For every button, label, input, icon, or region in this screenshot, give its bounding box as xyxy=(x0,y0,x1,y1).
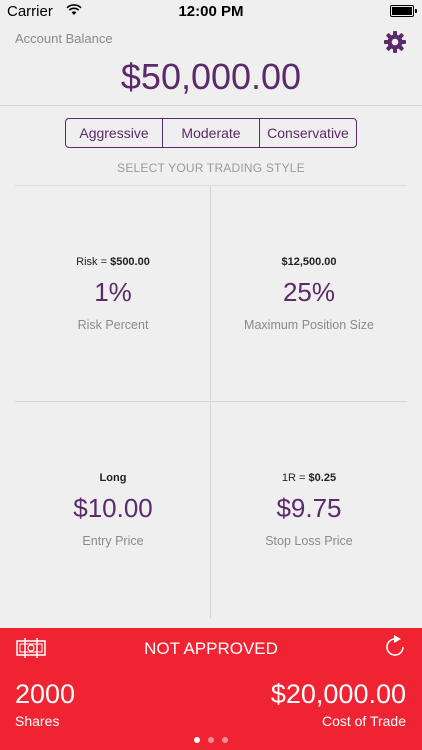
shares-value: 2000 xyxy=(15,679,76,709)
entry-price-label: Entry Price xyxy=(82,534,144,548)
trade-status-panel: NOT APPROVED 2000 Shares $20,000.00 Cost… xyxy=(0,628,422,750)
trade-direction-caption: Long xyxy=(99,472,127,484)
grid-horizontal-divider xyxy=(15,401,407,402)
risk-amount-caption: Risk = $500.00 xyxy=(76,256,150,268)
account-balance-value: $50,000.00 xyxy=(120,56,302,97)
page-dot[interactable] xyxy=(194,737,200,743)
cost-of-trade-label: Cost of Trade xyxy=(321,713,406,729)
approval-status: NOT APPROVED xyxy=(144,639,278,658)
one-r-caption: 1R = $0.25 xyxy=(281,472,337,484)
header-divider xyxy=(0,105,422,106)
status-time: 12:00 PM xyxy=(178,3,244,20)
style-option-conservative[interactable]: Conservative xyxy=(260,119,356,147)
battery-icon xyxy=(390,5,417,17)
gear-icon[interactable] xyxy=(383,30,407,54)
risk-percent-cell[interactable]: Risk = $500.00 1% Risk Percent xyxy=(15,256,211,332)
page-dot[interactable] xyxy=(208,737,214,743)
page-dot[interactable] xyxy=(222,737,228,743)
max-position-label: Maximum Position Size xyxy=(244,318,374,332)
stop-loss-value: $9.75 xyxy=(276,493,342,523)
stop-loss-label: Stop Loss Price xyxy=(265,534,353,548)
grid-top-divider xyxy=(15,185,407,186)
max-position-value: 25% xyxy=(282,277,336,307)
refresh-icon[interactable] xyxy=(384,634,408,660)
entry-price-cell[interactable]: Long $10.00 Entry Price xyxy=(15,472,211,548)
page-indicator[interactable] xyxy=(0,737,422,743)
max-position-cell[interactable]: $12,500.00 25% Maximum Position Size xyxy=(211,256,407,332)
trading-style-prompt: SELECT YOUR TRADING STYLE xyxy=(117,161,305,175)
grid-vertical-divider xyxy=(210,186,211,618)
status-bar: Carrier 12:00 PM xyxy=(0,0,422,22)
entry-price-value: $10.00 xyxy=(73,493,153,523)
risk-percent-value: 1% xyxy=(94,277,132,307)
cost-of-trade-value: $20,000.00 xyxy=(270,679,406,709)
shares-label: Shares xyxy=(15,713,60,729)
max-position-caption: $12,500.00 xyxy=(281,256,337,268)
style-option-aggressive[interactable]: Aggressive xyxy=(66,119,163,147)
account-balance-label: Account Balance xyxy=(15,31,113,46)
stop-loss-cell[interactable]: 1R = $0.25 $9.75 Stop Loss Price xyxy=(211,472,407,548)
risk-percent-label: Risk Percent xyxy=(77,318,149,332)
style-option-moderate[interactable]: Moderate xyxy=(163,119,260,147)
trading-style-selector[interactable]: Aggressive Moderate Conservative xyxy=(65,118,357,148)
